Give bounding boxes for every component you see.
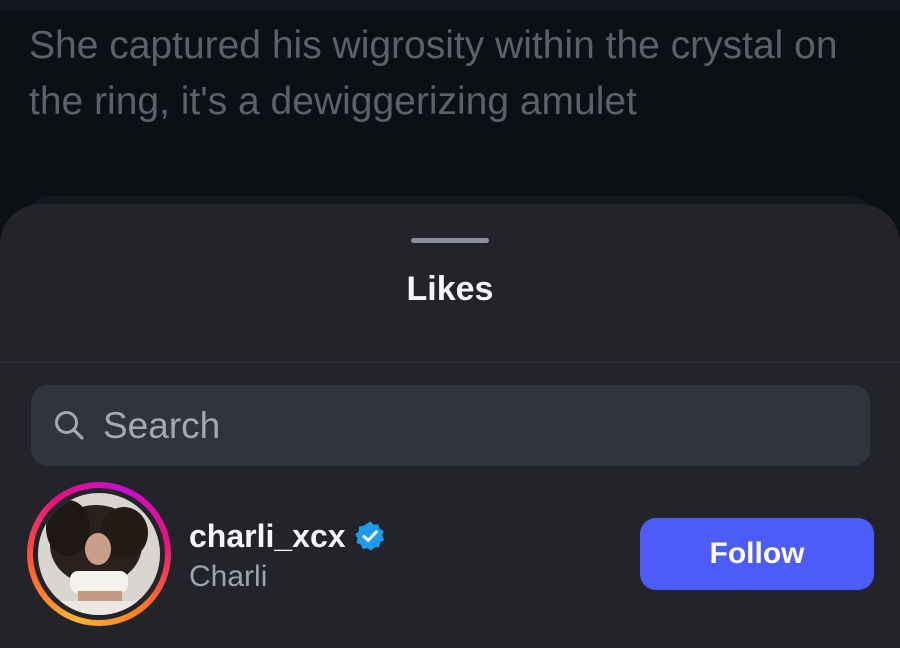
list-item[interactable]: charli_xcx Charli Follow: [0, 482, 900, 630]
search-icon: [55, 411, 84, 440]
username-line: charli_xcx: [189, 516, 386, 556]
story-ring[interactable]: [27, 482, 171, 626]
header-divider: [0, 362, 900, 363]
sheet-title: Likes: [406, 270, 494, 308]
search-input[interactable]: [103, 385, 843, 466]
display-name: Charli: [189, 560, 268, 593]
background-top-bar: [0, 0, 900, 10]
avatar-photo: [38, 493, 160, 615]
verified-badge-icon: [354, 521, 384, 551]
search-bar[interactable]: [31, 385, 870, 466]
username[interactable]: charli_xcx: [189, 518, 346, 555]
sheet-drag-handle[interactable]: [411, 238, 489, 243]
background-post-text: She captured his wigrosity within the cr…: [29, 24, 838, 123]
follow-button[interactable]: Follow: [640, 518, 874, 590]
avatar[interactable]: [33, 488, 165, 620]
likes-sheet: Likes Search charli_xcx Charli Follow: [0, 204, 900, 648]
